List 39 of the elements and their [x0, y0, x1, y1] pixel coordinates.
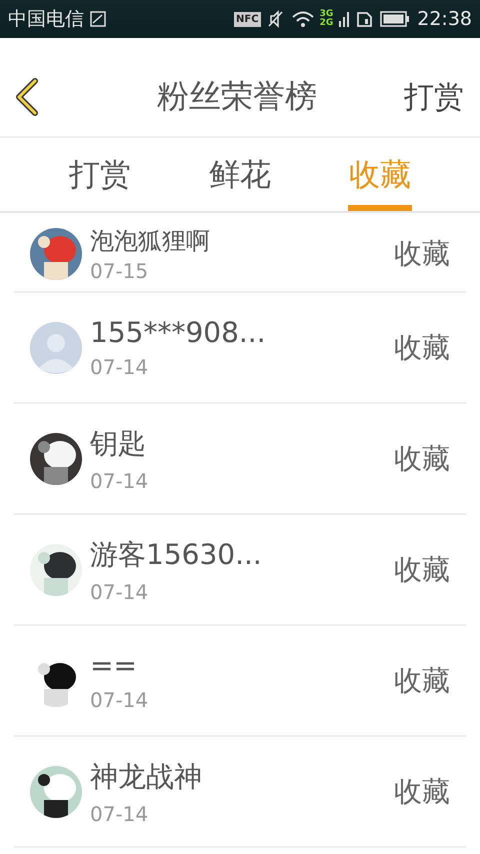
date-label: 07-14 — [90, 802, 150, 826]
network-indicator: 3G 2G — [320, 10, 334, 28]
user-name: 泡泡狐狸啊 — [90, 226, 211, 257]
tab[interactable]: 鲜花 — [170, 138, 310, 211]
tab[interactable]: 打赏 — [30, 138, 170, 211]
clock-time: 22:38 — [417, 8, 472, 30]
user-name: 钥匙 — [90, 426, 147, 462]
back-chevron-icon — [14, 77, 40, 117]
date-label: 07-15 — [90, 259, 150, 283]
signal-icon — [338, 9, 350, 29]
page-title: 粉丝荣誉榜 — [157, 76, 317, 117]
battery-icon — [380, 10, 410, 28]
date-label: 07-14 — [90, 355, 150, 379]
list-item[interactable]: 游客15630... 07-14 收藏 — [14, 515, 466, 626]
user-name: 神龙战神 — [90, 758, 203, 794]
date-label: 07-14 — [90, 580, 150, 604]
list-item[interactable]: 泡泡狐狸啊 07-15 收藏 — [14, 213, 466, 293]
back-button[interactable] — [14, 77, 40, 117]
list-item[interactable]: 神龙战神 07-14 收藏 — [14, 737, 466, 848]
image-icon — [89, 10, 107, 28]
date-label: 07-14 — [90, 688, 150, 712]
action-label: 收藏 — [394, 440, 450, 476]
nfc-icon: NFC — [234, 12, 261, 26]
action-label: 收藏 — [394, 330, 450, 366]
wifi-icon — [290, 9, 315, 29]
action-label: 收藏 — [394, 662, 450, 698]
user-name: 155***908... — [90, 316, 267, 349]
action-label: 收藏 — [394, 552, 450, 588]
reward-button[interactable]: 打赏 — [404, 76, 464, 118]
user-name: 游客15630... — [90, 536, 263, 572]
carrier-name: 中国电信 — [8, 7, 84, 32]
user-name: == — [90, 649, 138, 682]
list-item[interactable]: 155***908... 07-14 收藏 — [14, 293, 466, 404]
action-label: 收藏 — [394, 236, 450, 272]
avatar-icon — [30, 322, 82, 374]
list-item[interactable]: 钥匙 07-14 收藏 — [14, 404, 466, 515]
date-label: 07-14 — [90, 468, 150, 492]
list-item[interactable]: == 07-14 收藏 — [14, 626, 466, 737]
action-label: 收藏 — [394, 774, 450, 810]
